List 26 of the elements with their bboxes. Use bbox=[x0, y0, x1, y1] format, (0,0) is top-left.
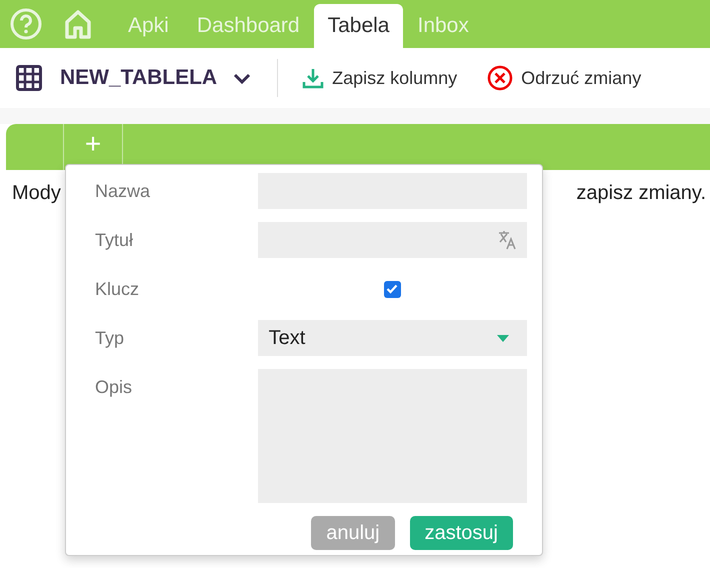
field-label: Tytuł bbox=[95, 229, 134, 252]
message-text: zapisz zmiany. bbox=[576, 182, 706, 205]
help-icon[interactable] bbox=[10, 8, 42, 40]
type-select[interactable]: Text bbox=[258, 320, 527, 356]
caret-icon bbox=[497, 334, 509, 342]
field-label: Nazwa bbox=[95, 180, 152, 203]
field-label: Opis bbox=[95, 376, 134, 399]
save-columns-button[interactable]: Zapisz kolumny bbox=[302, 67, 458, 89]
message-text: Mody bbox=[12, 182, 61, 205]
apply-button[interactable]: zastosuj bbox=[410, 516, 513, 550]
cancel-button[interactable]: anuluj bbox=[311, 516, 395, 550]
nav-tab[interactable]: Apki bbox=[114, 4, 183, 48]
cancel-icon bbox=[487, 65, 514, 91]
home-icon[interactable] bbox=[64, 9, 92, 39]
discard-changes-button[interactable]: Odrzuć zmiany bbox=[487, 65, 642, 91]
field-label: Typ bbox=[95, 327, 126, 350]
nav-tab[interactable]: Tabela bbox=[314, 4, 404, 48]
table-icon bbox=[16, 65, 42, 91]
download-icon bbox=[302, 67, 324, 89]
key-checkbox[interactable] bbox=[384, 280, 401, 298]
table-name: NEW_TABLELA bbox=[60, 66, 218, 90]
nav-tab[interactable]: Inbox bbox=[403, 4, 483, 48]
field-label: Klucz bbox=[95, 278, 140, 301]
caret-icon[interactable] bbox=[233, 72, 252, 84]
nav-tab[interactable]: Dashboard bbox=[182, 4, 314, 48]
title-field[interactable] bbox=[258, 222, 527, 258]
